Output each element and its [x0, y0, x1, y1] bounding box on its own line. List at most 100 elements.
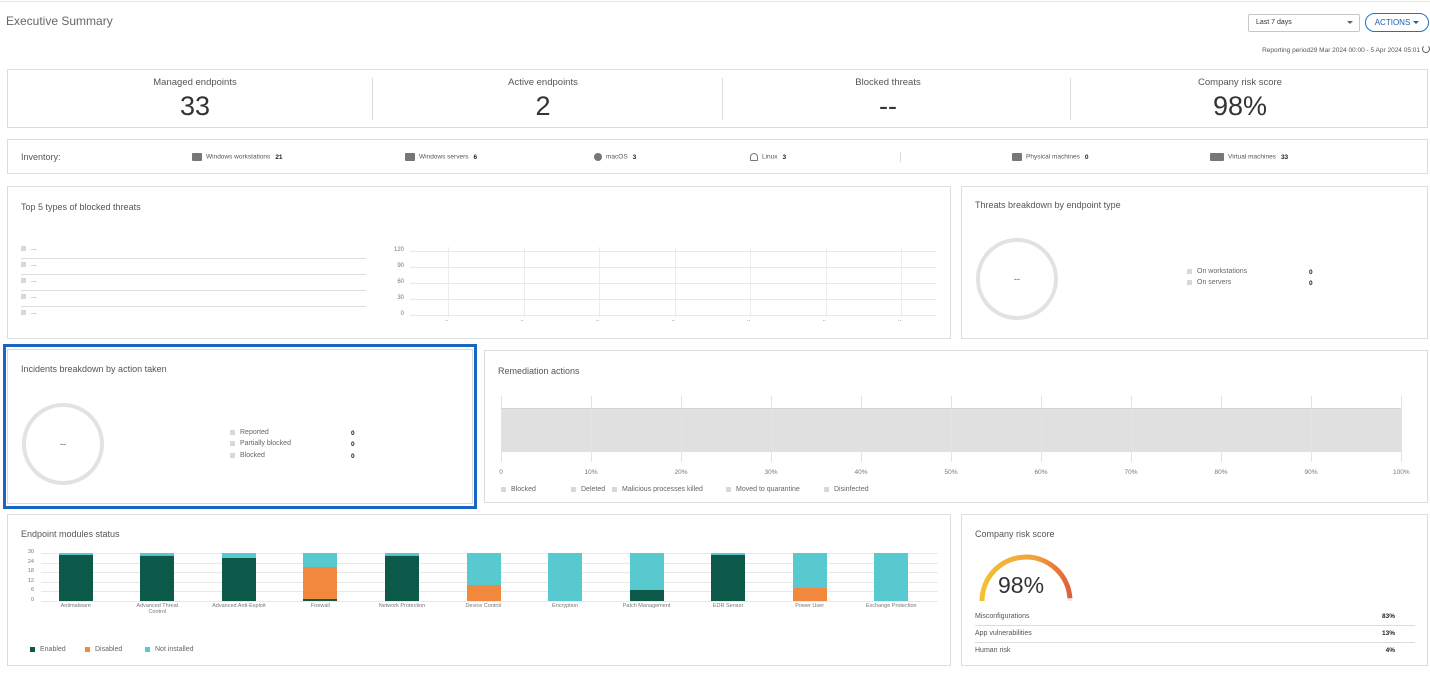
threat-list-item: ...	[21, 293, 37, 300]
bar-segment[interactable]	[58, 554, 93, 601]
legend-swatch	[1187, 268, 1192, 274]
x-tick-label: Power User	[795, 603, 825, 609]
inventory-item-count: 0	[1084, 153, 1089, 161]
risk-row-label: App vulnerabilities	[975, 630, 1032, 637]
bar-segment[interactable]	[384, 553, 419, 555]
y-tick-label: 0	[30, 597, 34, 603]
actions-button[interactable]: ACTIONS	[1365, 13, 1429, 32]
inventory-separator	[900, 152, 901, 162]
x-tick-label: 90%	[1304, 469, 1318, 476]
bar-segment[interactable]	[792, 588, 827, 601]
risk-score-value: 98%	[998, 572, 1045, 598]
legend-item: Deleted	[571, 486, 605, 493]
top-divider	[0, 1, 1430, 2]
inventory-macos[interactable]: macOS 3	[594, 153, 636, 161]
bar-segment[interactable]	[629, 553, 664, 590]
x-tick-label: 100%	[1393, 469, 1410, 476]
bar-segment[interactable]	[58, 553, 93, 555]
x-tick-label: Exchange Protection	[865, 603, 917, 609]
bar-segment[interactable]	[466, 553, 501, 585]
bar-segment[interactable]	[140, 553, 175, 555]
bar-segment[interactable]	[303, 567, 338, 600]
date-range-select[interactable]: Last 7 days	[1248, 14, 1360, 32]
grid-line	[1401, 396, 1402, 462]
bar-segment[interactable]	[140, 556, 175, 601]
kpi-managed-endpoints: Managed endpoints 33	[20, 70, 370, 128]
legend-swatch	[145, 646, 150, 652]
threat-label: ...	[31, 261, 37, 268]
risk-row-value: 83%	[1381, 613, 1395, 620]
grid-line	[410, 315, 936, 316]
grid-line	[771, 396, 772, 462]
x-tick-label: ..	[596, 317, 600, 323]
x-tick-label: 10%	[584, 469, 598, 476]
x-tick-label: 80%	[1214, 469, 1228, 476]
top-threats-card: Top 5 types of blocked threats .........…	[7, 186, 951, 339]
x-tick-label: 60%	[1034, 469, 1048, 476]
legend-label: Disabled	[95, 646, 123, 653]
legend-label: Enabled	[40, 646, 66, 653]
inventory-card: Inventory: Windows workstations 21 Window…	[7, 139, 1428, 174]
kpi-card: Managed endpoints 33 Active endpoints 2 …	[7, 69, 1428, 128]
grid-line	[681, 396, 682, 462]
bar-segment[interactable]	[711, 553, 746, 555]
bar-segment[interactable]	[874, 553, 909, 601]
x-tick-label: 50%	[944, 469, 958, 476]
inventory-windows-servers[interactable]: Windows servers 6	[405, 153, 477, 161]
risk-row-value: 13%	[1381, 630, 1395, 637]
inventory-physical-machines[interactable]: Physical machines 0	[1012, 153, 1088, 161]
bar-segment[interactable]	[792, 553, 827, 589]
grid-line	[901, 247, 902, 317]
x-tick-label: Firewall	[310, 603, 330, 609]
legend-item: On workstations	[1187, 268, 1247, 275]
inventory-windows-workstations[interactable]: Windows workstations 21	[192, 153, 283, 161]
legend-swatch	[21, 261, 26, 267]
bar-segment[interactable]	[303, 553, 338, 568]
grid-line	[1221, 396, 1222, 462]
bar-segment[interactable]	[711, 554, 746, 601]
legend-label: On servers	[1197, 279, 1232, 286]
x-tick-label: 30%	[764, 469, 778, 476]
bar-segment[interactable]	[466, 585, 501, 601]
refresh-icon[interactable]	[1422, 45, 1430, 53]
card-title: Top 5 types of blocked threats	[21, 202, 141, 212]
legend-swatch	[726, 486, 731, 492]
x-tick-label: Advanced Threat Control	[136, 603, 179, 615]
threat-list-item: ...	[21, 309, 37, 316]
legend-value: 0	[1309, 269, 1313, 276]
legend-item: On servers	[1187, 279, 1231, 286]
y-tick-label: 120	[393, 247, 404, 253]
threat-label: ...	[31, 293, 37, 300]
remediation-card: Remediation actions 0 10% 20% 30% 40% 50% 60% 7…	[484, 350, 1428, 503]
inventory-linux[interactable]: Linux 3	[750, 153, 786, 161]
y-tick-label: 18	[27, 568, 34, 575]
grid-line	[523, 247, 525, 317]
grid-line	[591, 396, 592, 462]
bar-segment[interactable]	[303, 599, 338, 601]
bar-segment[interactable]	[629, 589, 664, 601]
bar-segment[interactable]	[140, 554, 175, 557]
legend-item: Moved to quarantine	[726, 486, 800, 493]
apple-icon	[594, 153, 602, 161]
inventory-item-count: 21	[275, 153, 283, 161]
legend-item: Malicious processes killed	[612, 486, 703, 493]
caret-down-icon	[1413, 21, 1420, 25]
bar-segment[interactable]	[221, 553, 256, 558]
bar-segment[interactable]	[384, 556, 419, 601]
x-tick-label: ..	[747, 317, 751, 323]
threat-list-divider	[21, 258, 366, 259]
bar-segment[interactable]	[384, 554, 419, 557]
kpi-label: Active endpoints	[508, 77, 578, 88]
bar-segment[interactable]	[548, 553, 583, 601]
inventory-virtual-machines[interactable]: Virtual machines 33	[1210, 153, 1288, 161]
legend-item: Blocked	[501, 486, 536, 493]
inventory-item-label: Physical machines	[1026, 153, 1080, 161]
legend-label: Malicious processes killed	[622, 486, 703, 493]
threat-list-divider	[21, 290, 366, 291]
kpi-label: Company risk score	[1198, 77, 1282, 88]
bar-segment[interactable]	[221, 557, 256, 601]
grid-line	[1311, 396, 1312, 462]
card-title: Endpoint modules status	[21, 529, 120, 539]
grid-line	[448, 247, 449, 317]
x-tick-label: Network Protection	[378, 603, 426, 609]
